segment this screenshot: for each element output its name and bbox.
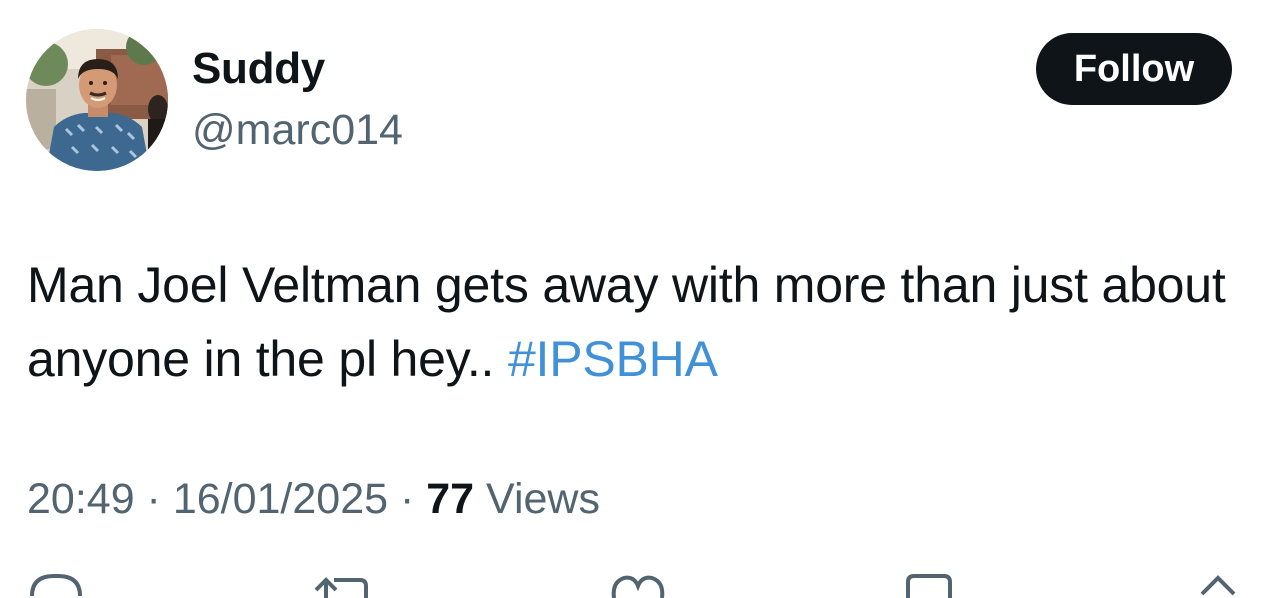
- display-name[interactable]: Suddy: [192, 41, 325, 97]
- tweet-date[interactable]: 16/01/2025: [173, 475, 388, 523]
- avatar-image: [26, 29, 168, 171]
- bookmark-icon: [906, 574, 952, 598]
- follow-button[interactable]: Follow: [1036, 33, 1232, 105]
- share-button[interactable]: [1196, 568, 1240, 598]
- like-icon: [611, 575, 665, 598]
- bookmark-button[interactable]: [904, 568, 954, 598]
- avatar[interactable]: [26, 29, 168, 171]
- tweet-card: Suddy @marc014 Follow Man Joel Veltman g…: [0, 0, 1269, 598]
- share-icon: [1200, 575, 1236, 596]
- views-count: 77: [426, 475, 475, 523]
- meta-separator: ·: [134, 475, 173, 523]
- hashtag-link[interactable]: #IPSBHA: [508, 331, 718, 387]
- user-handle[interactable]: @marc014: [192, 103, 403, 157]
- retweet-icon: [314, 577, 368, 598]
- meta-separator: ·: [388, 475, 427, 523]
- tweet-text: Man Joel Veltman gets away with more tha…: [27, 248, 1242, 396]
- like-button[interactable]: [610, 568, 666, 598]
- tweet-meta: 20:49 · 16/01/2025 · 77 Views: [27, 472, 600, 526]
- views-label: Views: [474, 475, 600, 523]
- tweet-time[interactable]: 20:49: [27, 475, 135, 523]
- reply-icon: [30, 574, 82, 597]
- reply-button[interactable]: [28, 568, 84, 598]
- retweet-button[interactable]: [312, 568, 372, 598]
